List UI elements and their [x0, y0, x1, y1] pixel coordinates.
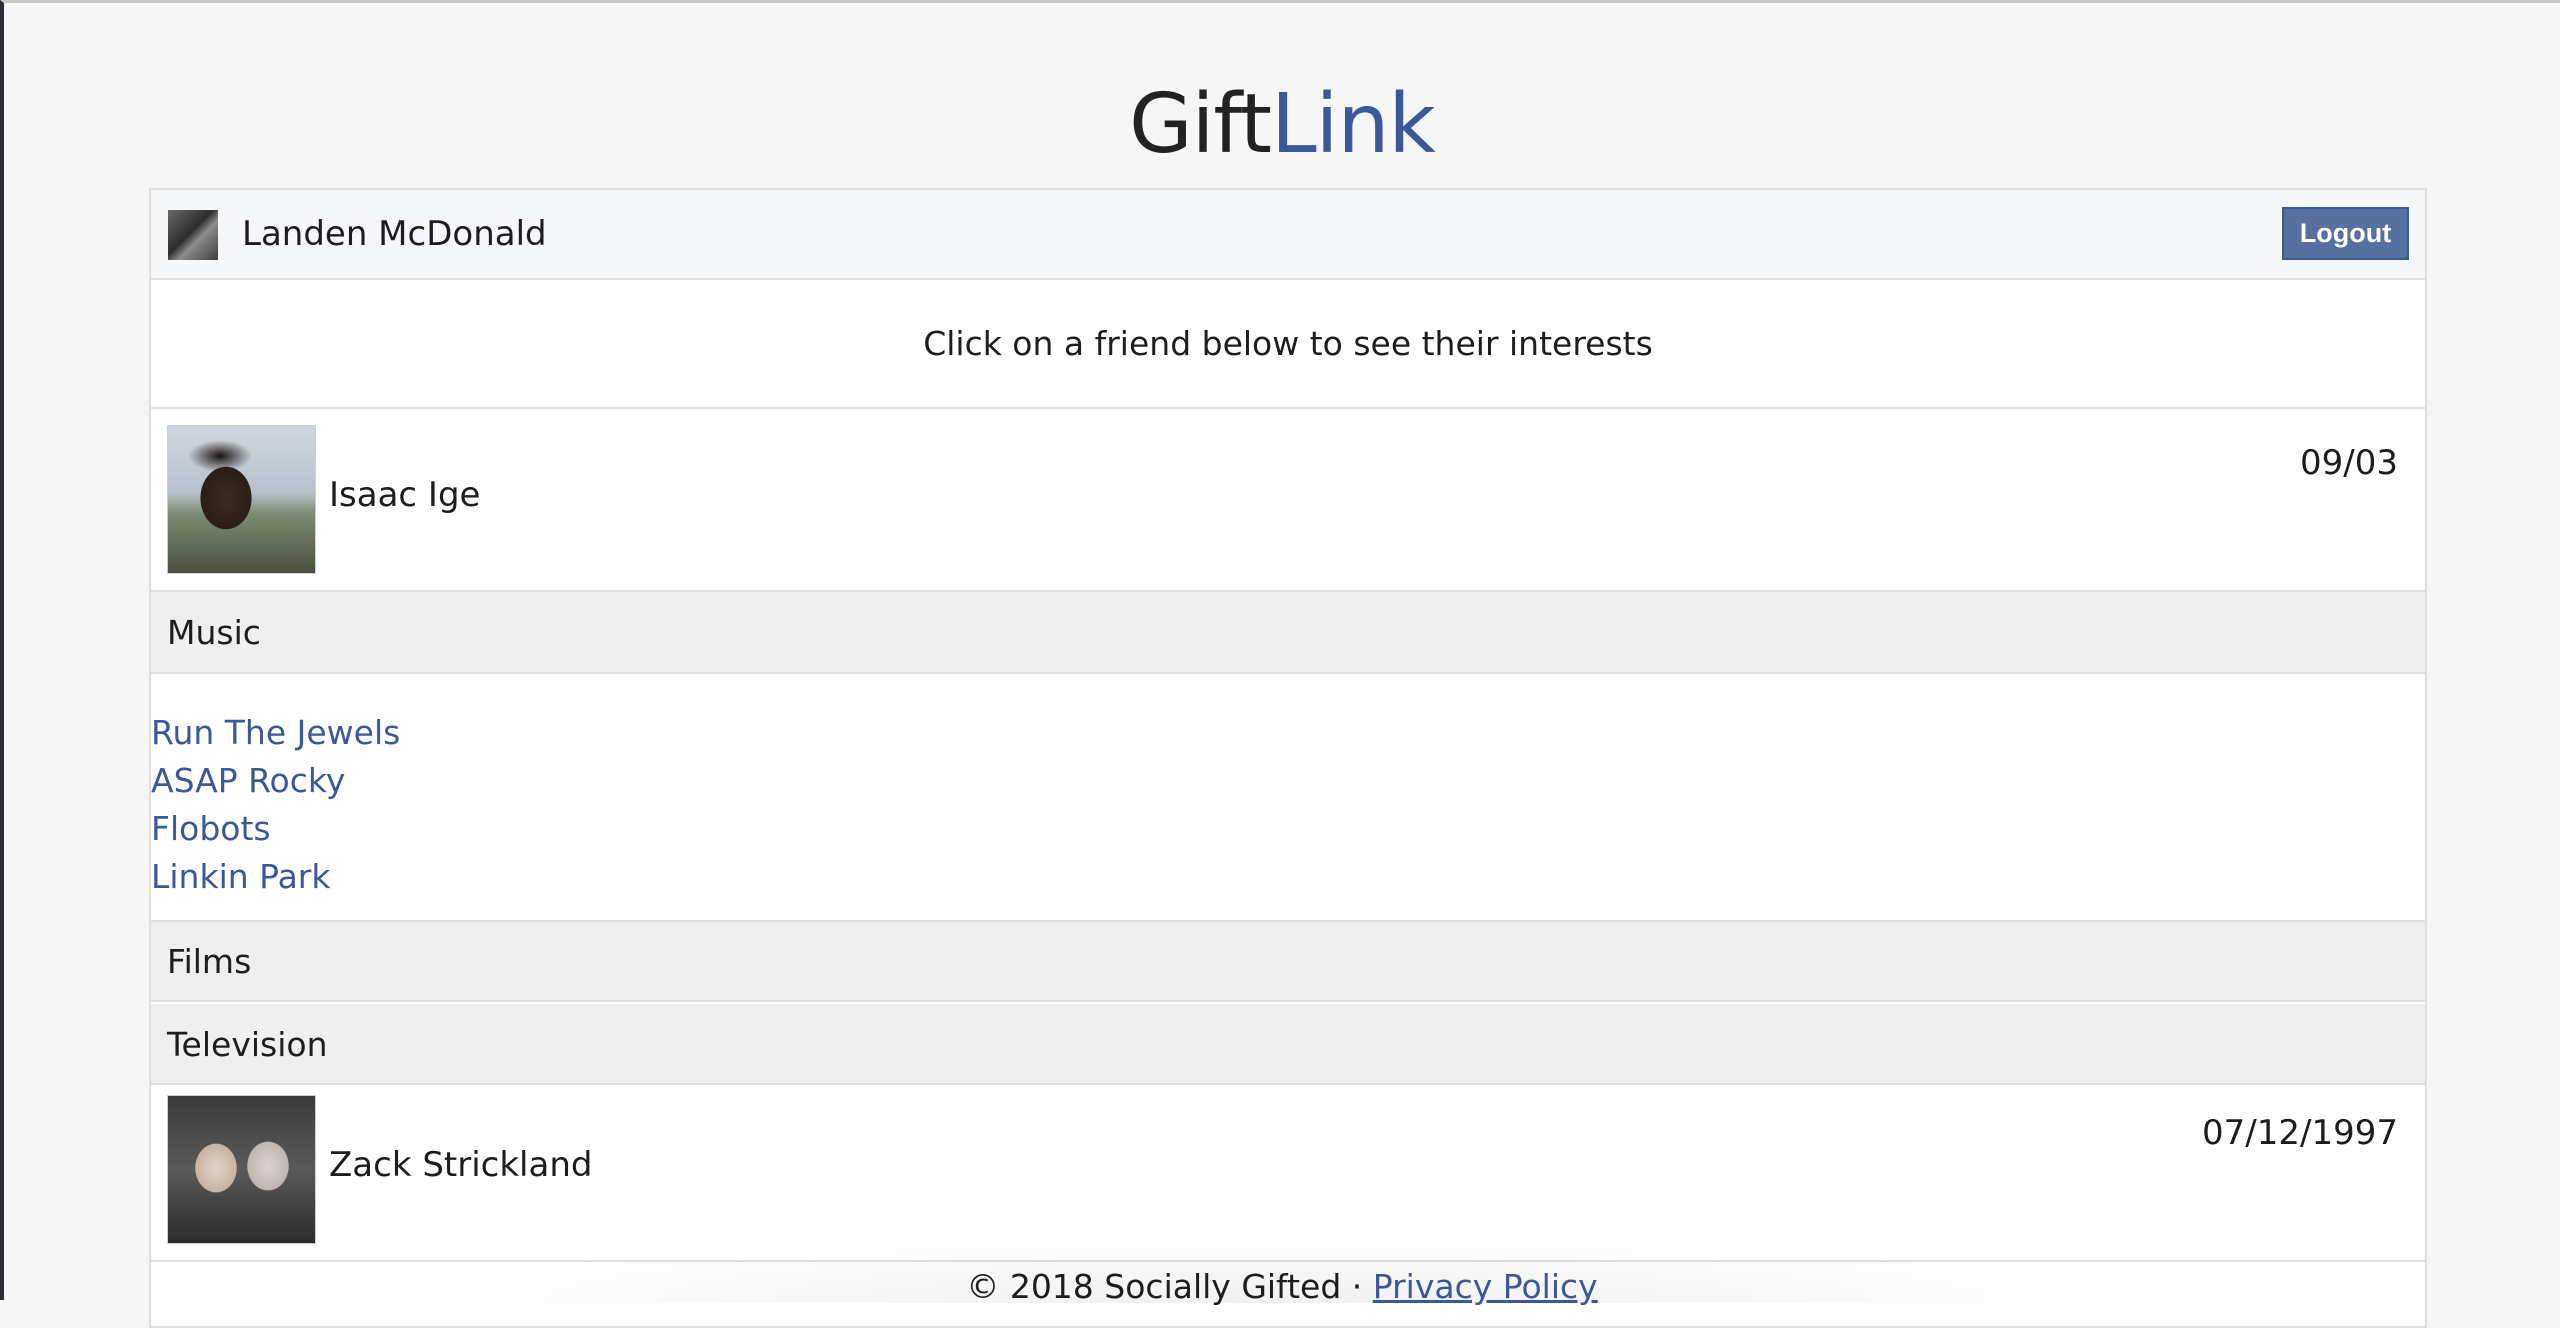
user-header: Landen McDonald Logout — [151, 190, 2425, 280]
interest-link[interactable]: Flobots — [151, 807, 271, 851]
page-footer: © 2018 Socially Gifted · Privacy Policy — [4, 1265, 2560, 1309]
section-title: Music — [167, 613, 261, 652]
friend-birthday: 09/03 — [2300, 443, 2398, 483]
section-header-films[interactable]: Films — [151, 922, 2425, 1002]
section-header-television[interactable]: Television — [151, 1004, 2425, 1085]
instruction-text: Click on a friend below to see their int… — [151, 280, 2425, 409]
section-title: Films — [167, 942, 252, 981]
privacy-policy-link[interactable]: Privacy Policy — [1373, 1267, 1598, 1306]
logo-text-link: Link — [1270, 77, 1436, 172]
interest-link[interactable]: ASAP Rocky — [151, 759, 345, 803]
music-interest-list: Run The Jewels ASAP Rocky Flobots Linkin… — [151, 674, 2425, 922]
friend-avatar — [167, 1095, 316, 1244]
main-card: Landen McDonald Logout Click on a friend… — [149, 188, 2427, 1328]
app-logo[interactable]: GiftLink — [4, 75, 2560, 175]
friend-birthday: 07/12/1997 — [2202, 1113, 2398, 1153]
friend-name: Zack Strickland — [329, 1145, 593, 1185]
section-title: Television — [167, 1025, 328, 1064]
friend-name: Isaac Ige — [329, 475, 481, 515]
friend-row-isaac[interactable]: Isaac Ige 09/03 — [151, 409, 2425, 592]
logo-text-gift: Gift — [1129, 77, 1272, 172]
copyright-text: © 2018 Socially Gifted · — [966, 1267, 1373, 1306]
user-avatar — [168, 210, 218, 260]
logout-button[interactable]: Logout — [2282, 207, 2409, 260]
browser-frame: GiftLink Landen McDonald Logout Click on… — [0, 0, 2560, 1328]
section-header-music[interactable]: Music — [151, 592, 2425, 674]
friend-avatar — [167, 425, 316, 574]
user-name: Landen McDonald — [242, 214, 547, 254]
interest-link[interactable]: Linkin Park — [151, 855, 330, 899]
interest-link[interactable]: Run The Jewels — [151, 711, 400, 755]
